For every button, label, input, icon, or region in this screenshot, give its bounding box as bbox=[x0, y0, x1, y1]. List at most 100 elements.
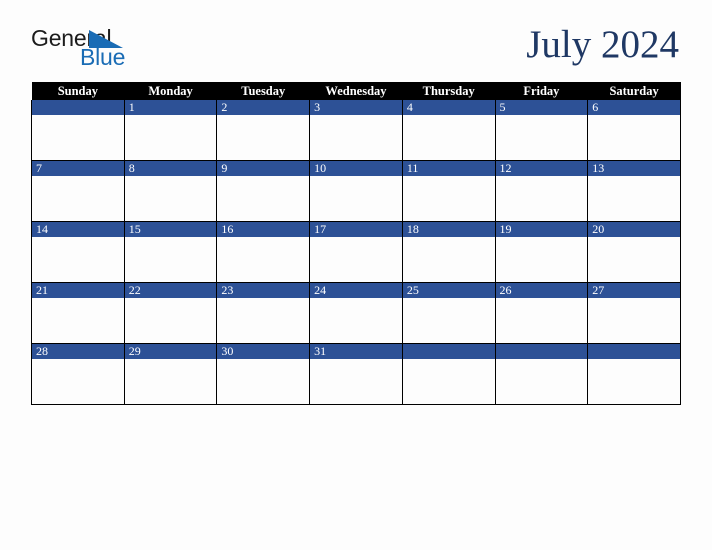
calendar-day-cell[interactable] bbox=[31, 100, 125, 161]
day-number: 7 bbox=[32, 161, 124, 176]
day-events-area[interactable] bbox=[217, 298, 309, 343]
day-number: 9 bbox=[217, 161, 310, 176]
day-number: 21 bbox=[32, 283, 124, 298]
calendar-day-cell[interactable]: 20 bbox=[587, 221, 681, 283]
day-events-area[interactable] bbox=[310, 237, 402, 282]
day-number bbox=[495, 344, 588, 359]
day-number: 24 bbox=[310, 283, 402, 298]
day-events-area[interactable] bbox=[403, 237, 495, 282]
page-title: July 2024 bbox=[526, 23, 679, 66]
calendar-day-cell[interactable]: 11 bbox=[401, 160, 496, 222]
day-events-area[interactable] bbox=[125, 176, 217, 221]
day-number: 14 bbox=[32, 222, 124, 237]
day-number: 16 bbox=[217, 222, 310, 237]
day-events-area[interactable] bbox=[588, 298, 680, 343]
day-number: 18 bbox=[402, 222, 495, 237]
day-events-area[interactable] bbox=[588, 115, 680, 160]
calendar-day-cell[interactable] bbox=[401, 343, 496, 405]
day-events-area[interactable] bbox=[588, 176, 680, 221]
day-number: 4 bbox=[402, 100, 495, 115]
day-events-area[interactable] bbox=[310, 115, 402, 160]
day-events-area[interactable] bbox=[403, 298, 495, 343]
day-events-area[interactable] bbox=[496, 359, 588, 404]
day-number: 23 bbox=[217, 283, 310, 298]
day-events-area[interactable] bbox=[125, 115, 217, 160]
day-number: 13 bbox=[588, 161, 680, 176]
day-events-area[interactable] bbox=[125, 359, 217, 404]
calendar-day-cell[interactable]: 19 bbox=[494, 221, 589, 283]
day-events-area[interactable] bbox=[125, 298, 217, 343]
calendar-day-cell[interactable]: 6 bbox=[587, 100, 681, 161]
calendar-day-cell[interactable]: 23 bbox=[216, 282, 311, 344]
calendar-week-row: 14 15 16 17 18 19 20 bbox=[31, 221, 681, 283]
day-number: 8 bbox=[124, 161, 217, 176]
calendar-day-cell[interactable]: 26 bbox=[494, 282, 589, 344]
day-number: 2 bbox=[217, 100, 310, 115]
day-events-area[interactable] bbox=[310, 359, 402, 404]
day-number: 27 bbox=[588, 283, 680, 298]
weekday-header-wednesday: Wednesday bbox=[309, 82, 403, 100]
calendar-week-row: 28 29 30 31 bbox=[31, 343, 681, 405]
calendar-day-cell[interactable]: 9 bbox=[216, 160, 311, 222]
calendar-day-cell[interactable]: 31 bbox=[309, 343, 403, 405]
calendar-day-cell[interactable]: 27 bbox=[587, 282, 681, 344]
calendar-day-cell[interactable]: 13 bbox=[587, 160, 681, 222]
calendar-day-cell[interactable]: 8 bbox=[123, 160, 218, 222]
calendar-day-cell[interactable]: 2 bbox=[216, 100, 311, 161]
weekday-header-friday: Friday bbox=[495, 82, 588, 100]
calendar-day-cell[interactable]: 14 bbox=[31, 221, 125, 283]
day-number: 31 bbox=[310, 344, 402, 359]
day-events-area[interactable] bbox=[588, 359, 680, 404]
day-number: 29 bbox=[124, 344, 217, 359]
day-events-area[interactable] bbox=[125, 237, 217, 282]
calendar-day-cell[interactable] bbox=[494, 343, 589, 405]
day-events-area[interactable] bbox=[32, 115, 124, 160]
day-events-area[interactable] bbox=[496, 115, 588, 160]
calendar-day-cell[interactable]: 17 bbox=[309, 221, 403, 283]
day-number: 26 bbox=[495, 283, 588, 298]
day-number: 22 bbox=[124, 283, 217, 298]
logo-text-blue: Blue bbox=[80, 44, 126, 70]
calendar-day-cell[interactable]: 25 bbox=[401, 282, 496, 344]
day-events-area[interactable] bbox=[403, 176, 495, 221]
day-events-area[interactable] bbox=[217, 359, 309, 404]
weekday-header-sunday: Sunday bbox=[31, 82, 125, 100]
calendar-day-cell[interactable]: 10 bbox=[309, 160, 403, 222]
calendar-day-cell[interactable]: 29 bbox=[123, 343, 218, 405]
day-events-area[interactable] bbox=[403, 115, 495, 160]
calendar-week-row: 7 8 9 10 11 12 13 bbox=[31, 160, 681, 222]
day-number: 5 bbox=[495, 100, 588, 115]
calendar-day-cell[interactable]: 4 bbox=[401, 100, 496, 161]
calendar-day-cell[interactable]: 28 bbox=[31, 343, 125, 405]
calendar-day-cell[interactable]: 30 bbox=[216, 343, 311, 405]
calendar-day-cell[interactable]: 18 bbox=[401, 221, 496, 283]
day-events-area[interactable] bbox=[403, 359, 495, 404]
calendar-day-cell[interactable]: 21 bbox=[31, 282, 125, 344]
day-events-area[interactable] bbox=[217, 115, 309, 160]
calendar-day-cell[interactable]: 16 bbox=[216, 221, 311, 283]
calendar-day-cell[interactable]: 24 bbox=[309, 282, 403, 344]
day-events-area[interactable] bbox=[32, 237, 124, 282]
day-events-area[interactable] bbox=[496, 176, 588, 221]
calendar-day-cell[interactable] bbox=[587, 343, 681, 405]
calendar-week-row: 21 22 23 24 25 26 27 bbox=[31, 282, 681, 344]
day-events-area[interactable] bbox=[217, 237, 309, 282]
calendar-day-cell[interactable]: 5 bbox=[494, 100, 589, 161]
calendar-day-cell[interactable]: 12 bbox=[494, 160, 589, 222]
day-events-area[interactable] bbox=[32, 359, 124, 404]
calendar-day-cell[interactable]: 3 bbox=[309, 100, 403, 161]
calendar-day-cell[interactable]: 7 bbox=[31, 160, 125, 222]
weekday-header-tuesday: Tuesday bbox=[216, 82, 310, 100]
day-events-area[interactable] bbox=[32, 298, 124, 343]
calendar-day-cell[interactable]: 15 bbox=[123, 221, 218, 283]
day-events-area[interactable] bbox=[588, 237, 680, 282]
day-events-area[interactable] bbox=[496, 298, 588, 343]
day-events-area[interactable] bbox=[310, 298, 402, 343]
day-events-area[interactable] bbox=[496, 237, 588, 282]
calendar-page: General Blue July 2024 Sunday Monday Tue… bbox=[0, 0, 712, 550]
day-events-area[interactable] bbox=[217, 176, 309, 221]
calendar-day-cell[interactable]: 1 bbox=[123, 100, 218, 161]
day-events-area[interactable] bbox=[310, 176, 402, 221]
calendar-day-cell[interactable]: 22 bbox=[123, 282, 218, 344]
day-events-area[interactable] bbox=[32, 176, 124, 221]
